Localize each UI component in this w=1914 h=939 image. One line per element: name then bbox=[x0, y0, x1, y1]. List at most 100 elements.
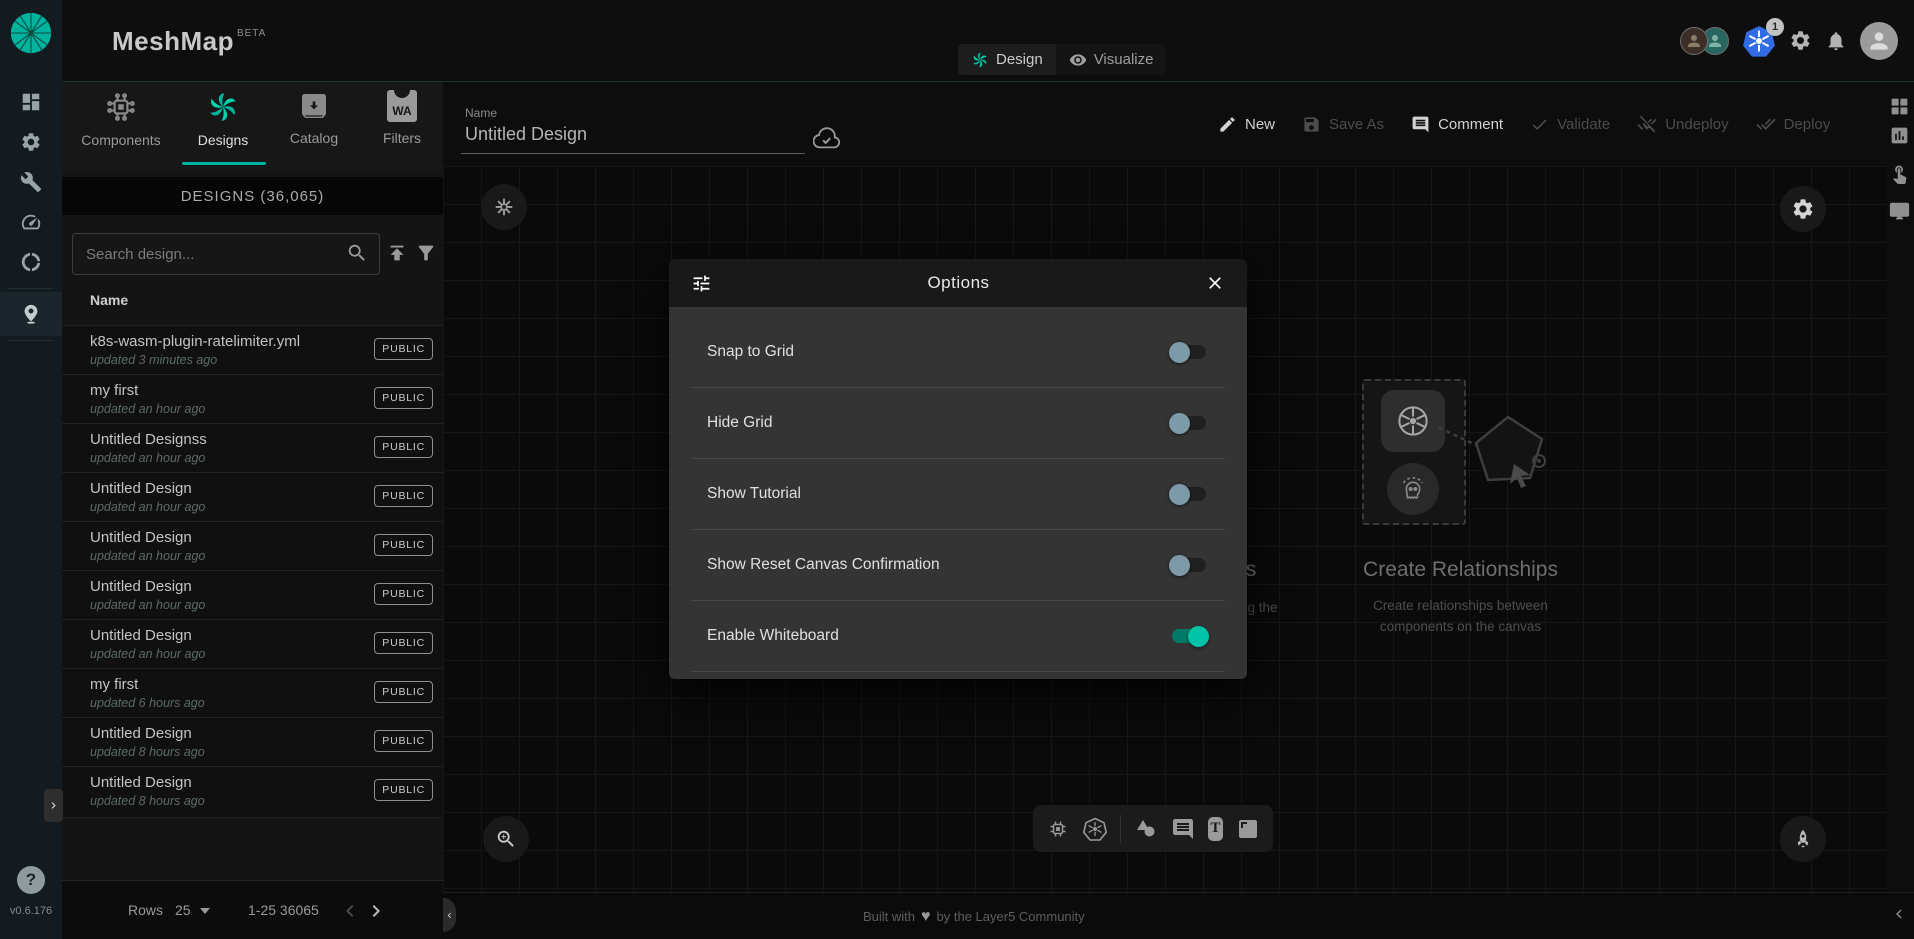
canvas-quick-actions-button[interactable] bbox=[481, 184, 527, 230]
filter-funnel-icon[interactable] bbox=[415, 242, 437, 264]
canvas-dock: T bbox=[1033, 805, 1273, 852]
close-icon[interactable] bbox=[1205, 273, 1225, 293]
prev-page-button[interactable] bbox=[338, 899, 362, 923]
options-modal-header: Options bbox=[669, 259, 1247, 307]
beta-badge: BETA bbox=[237, 28, 266, 39]
rail-configuration-icon[interactable] bbox=[0, 162, 62, 202]
design-row[interactable]: my first updated 6 hours ago PUBLIC bbox=[62, 668, 443, 718]
undeploy-button[interactable]: Undeploy bbox=[1637, 114, 1728, 134]
bar-chart-icon[interactable] bbox=[1889, 125, 1910, 146]
design-toolbar: Name New Save As Comment Validate bbox=[443, 82, 1914, 166]
design-updated: updated an hour ago bbox=[90, 549, 205, 563]
option-row-hide-grid: Hide Grid bbox=[691, 388, 1225, 459]
designs-section-title: DESIGNS (36,065) bbox=[62, 177, 443, 215]
design-row[interactable]: Untitled Design updated an hour ago PUBL… bbox=[62, 521, 443, 571]
design-name: k8s-wasm-plugin-ratelimiter.yml bbox=[90, 333, 300, 350]
cloud-check-icon bbox=[813, 126, 840, 153]
next-page-button[interactable] bbox=[364, 899, 388, 923]
validate-button[interactable]: Validate bbox=[1530, 115, 1610, 134]
design-row[interactable]: Untitled Design updated an hour ago PUBL… bbox=[62, 472, 443, 522]
option-label: Snap to Grid bbox=[707, 343, 794, 361]
collaborator-avatars[interactable] bbox=[1680, 27, 1729, 55]
spiral-icon bbox=[206, 90, 240, 124]
shapes-icon[interactable] bbox=[1134, 817, 1158, 841]
toggle-snap-to-grid[interactable] bbox=[1169, 341, 1209, 363]
footer-collapse-right-icon[interactable] bbox=[1890, 905, 1908, 923]
design-name-field bbox=[461, 124, 805, 154]
canvas-zoom-button[interactable] bbox=[483, 816, 529, 862]
tab-components[interactable]: Components bbox=[74, 90, 168, 148]
screen-icon[interactable] bbox=[1889, 201, 1910, 222]
tab-catalog[interactable]: Catalog bbox=[267, 90, 361, 146]
tab-designs[interactable]: Designs bbox=[176, 90, 270, 148]
toggle-show-tutorial[interactable] bbox=[1169, 483, 1209, 505]
toggle-enable-whiteboard[interactable] bbox=[1169, 625, 1209, 647]
deploy-button[interactable]: Deploy bbox=[1756, 114, 1831, 134]
design-name: my first bbox=[90, 676, 138, 693]
design-row[interactable]: my first updated an hour ago PUBLIC bbox=[62, 374, 443, 424]
tab-design[interactable]: Design bbox=[958, 44, 1056, 75]
option-row-snap-to-grid: Snap to Grid bbox=[691, 317, 1225, 388]
design-name-input[interactable] bbox=[461, 124, 805, 154]
kubernetes-context[interactable]: 1 bbox=[1742, 24, 1776, 58]
design-row[interactable]: Untitled Design updated an hour ago PUBL… bbox=[62, 619, 443, 669]
tab-visualize[interactable]: Visualize bbox=[1056, 44, 1167, 75]
sidebar-expand-handle[interactable] bbox=[44, 789, 63, 822]
comment-button[interactable]: Comment bbox=[1411, 115, 1503, 134]
check-icon bbox=[1530, 115, 1549, 134]
help-button[interactable]: ? bbox=[17, 866, 45, 894]
rail-performance-icon[interactable] bbox=[0, 202, 62, 242]
save-as-button[interactable]: Save As bbox=[1302, 115, 1384, 134]
collaborator-avatar-1[interactable] bbox=[1680, 27, 1708, 55]
mode-switch: Design Visualize bbox=[958, 44, 1166, 75]
designs-panel: Components Designs bbox=[62, 82, 443, 939]
design-search bbox=[72, 233, 380, 275]
canvas-dock-launch-button[interactable] bbox=[1780, 816, 1826, 862]
option-row-show-tutorial: Show Tutorial bbox=[691, 459, 1225, 530]
rail-lifecycle-icon[interactable] bbox=[0, 122, 62, 162]
design-row[interactable]: Untitled Design updated 8 hours ago PUBL… bbox=[62, 766, 443, 818]
visibility-badge: PUBLIC bbox=[374, 436, 433, 458]
tab-filters[interactable]: WA Filters bbox=[355, 90, 449, 146]
visibility-badge: PUBLIC bbox=[374, 338, 433, 360]
text-tool-icon[interactable]: T bbox=[1208, 817, 1223, 841]
design-row[interactable]: Untitled Design updated 8 hours ago PUBL… bbox=[62, 717, 443, 767]
done-all-icon bbox=[1756, 114, 1776, 134]
circuit-icon[interactable] bbox=[1046, 817, 1070, 841]
canvas-settings-button[interactable] bbox=[1780, 186, 1826, 232]
touch-icon[interactable] bbox=[1889, 163, 1910, 184]
tab-designs-label: Designs bbox=[198, 132, 249, 148]
rail-meshmap-pin-icon[interactable] bbox=[0, 292, 62, 336]
chevron-down-icon[interactable] bbox=[200, 908, 210, 914]
design-actions: New Save As Comment Validate Undeploy De… bbox=[1218, 82, 1830, 166]
apps-grid-icon[interactable] bbox=[1889, 96, 1910, 117]
notifications-bell-icon[interactable] bbox=[1825, 30, 1847, 52]
comment-icon[interactable] bbox=[1171, 817, 1195, 841]
rail-dashboard-icon[interactable] bbox=[0, 82, 62, 122]
layer5-logo[interactable] bbox=[9, 11, 53, 55]
search-input[interactable] bbox=[73, 234, 379, 274]
design-updated: updated an hour ago bbox=[90, 500, 205, 514]
design-row[interactable]: k8s-wasm-plugin-ratelimiter.yml updated … bbox=[62, 325, 443, 375]
rail-service-mesh-icon[interactable] bbox=[0, 242, 62, 282]
design-row[interactable]: Untitled Design updated an hour ago PUBL… bbox=[62, 570, 443, 620]
kubernetes-icon[interactable] bbox=[1083, 817, 1107, 841]
user-avatar[interactable] bbox=[1860, 22, 1898, 60]
undeploy-label: Undeploy bbox=[1665, 116, 1728, 133]
toggle-show-reset-canvas-confirmation[interactable] bbox=[1169, 554, 1209, 576]
settings-gear-icon[interactable] bbox=[1789, 29, 1812, 52]
right-tool-rail bbox=[1886, 82, 1914, 892]
new-button[interactable]: New bbox=[1218, 115, 1275, 134]
column-header-name: Name bbox=[90, 292, 128, 308]
upload-design-icon[interactable] bbox=[386, 242, 408, 264]
kubernetes-node-tile bbox=[1381, 390, 1445, 452]
design-name: Untitled Design bbox=[90, 578, 192, 595]
media-icon[interactable] bbox=[1236, 817, 1260, 841]
design-name: Untitled Design bbox=[90, 774, 192, 791]
toggle-hide-grid[interactable] bbox=[1169, 412, 1209, 434]
design-row[interactable]: Untitled Designss updated an hour ago PU… bbox=[62, 423, 443, 473]
rows-per-page-select[interactable]: 25 bbox=[175, 902, 191, 918]
footer-expand-handle[interactable] bbox=[443, 898, 456, 932]
footer-suffix: by the Layer5 Community bbox=[937, 909, 1085, 924]
design-name: Untitled Design bbox=[90, 725, 192, 742]
